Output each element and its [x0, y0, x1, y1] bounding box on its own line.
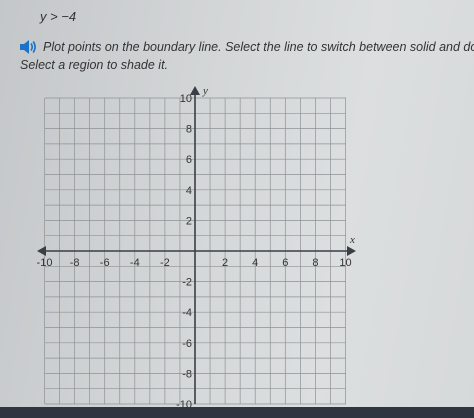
x-tick-label: 6: [282, 257, 288, 269]
y-tick-label: 4: [186, 185, 192, 197]
x-tick-label: 8: [312, 257, 318, 269]
x-tick-label: 2: [222, 257, 228, 269]
tick-labels: -10 -8 -6 -4 -2 2 4 6 8 10108642-2-4-6-8-10: [37, 93, 352, 411]
y-tick-label: 10: [180, 93, 192, 105]
x-tick-label: -2: [160, 257, 170, 269]
y-tick-label: 8: [186, 124, 192, 136]
bottom-bar: [0, 407, 474, 418]
y-tick-label: -2: [182, 277, 192, 289]
x-tick-label: 10: [339, 257, 351, 269]
x-axis-arrow-right: [347, 246, 356, 256]
x-tick-label: 4: [252, 257, 258, 269]
x-tick-label: -10: [37, 257, 53, 269]
x-tick-label: -8: [70, 257, 80, 269]
y-tick-label: 2: [186, 215, 192, 227]
x-tick-label: -4: [130, 257, 140, 269]
x-tick-label: -6: [100, 257, 110, 269]
y-tick-label: -4: [182, 307, 192, 319]
y-axis-label: y: [202, 85, 208, 97]
y-tick-label: 6: [186, 154, 192, 166]
axes: [37, 86, 356, 404]
y-tick-label: -8: [182, 368, 192, 380]
x-axis-label: x: [349, 234, 355, 246]
coordinate-plane[interactable]: -10 -8 -6 -4 -2 2 4 6 8 10108642-2-4-6-8-10 x y: [0, 0, 474, 418]
y-tick-label: -6: [182, 338, 192, 350]
x-axis-arrow-left: [37, 246, 46, 256]
